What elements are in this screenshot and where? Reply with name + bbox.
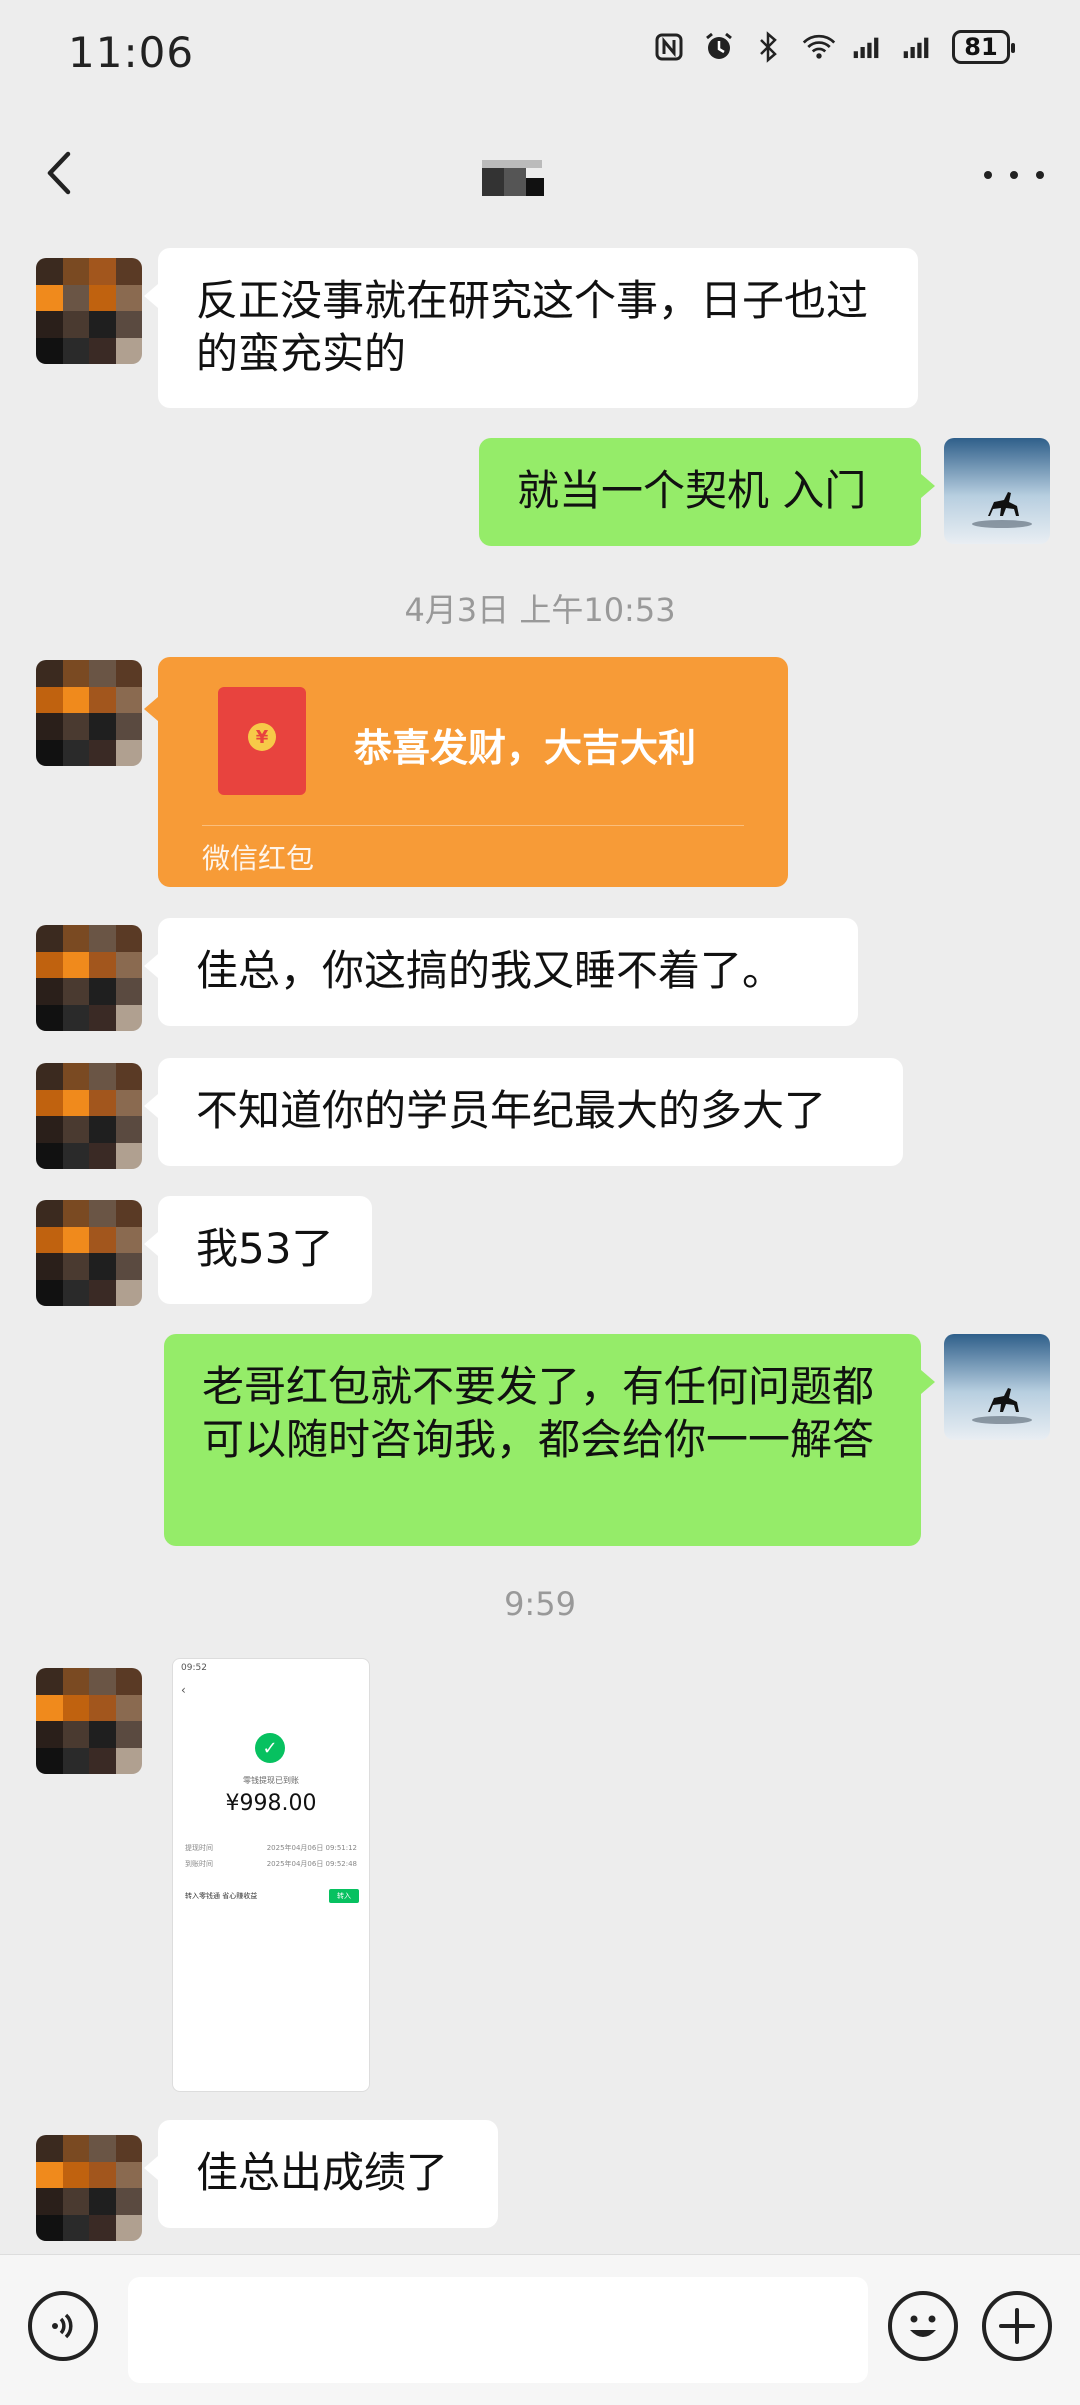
contact-avatar[interactable] [36, 1063, 142, 1169]
back-arrow-icon[interactable] [36, 148, 86, 198]
more-dots-icon[interactable] [984, 160, 1044, 190]
status-icons: 81 [652, 30, 1015, 64]
signal-icon-2 [902, 30, 936, 64]
voice-icon[interactable] [28, 2291, 98, 2361]
thumb-amount: ¥998.00 [225, 1791, 317, 1816]
red-packet-label: 微信红包 [202, 842, 315, 875]
thumb-row-label: 到账时间 [185, 1860, 213, 1868]
battery-indicator: 81 [952, 30, 1015, 64]
bluetooth-icon [752, 30, 786, 64]
self-avatar[interactable] [944, 1334, 1050, 1440]
self-avatar[interactable] [944, 438, 1050, 544]
contact-avatar[interactable] [36, 258, 142, 364]
timestamp: 4月3日 上午10:53 [404, 591, 676, 629]
red-packet-title: 恭喜发财，大吉大利 [354, 726, 697, 770]
thumb-row-value: 2025年04月06日 09:52:48 [266, 1860, 357, 1868]
alarm-icon [702, 30, 736, 64]
contact-avatar[interactable] [36, 2135, 142, 2241]
thumb-back-icon: ‹ [181, 1683, 186, 1697]
message-bubble-outgoing[interactable]: 老哥红包就不要发了，有任何问题都可以随时咨询我，都会给你一一解答 [164, 1334, 935, 1546]
contact-avatar[interactable] [36, 1668, 142, 1774]
thumb-row-label: 提现时间 [185, 1844, 213, 1852]
red-packet-icon: ¥ [218, 687, 306, 795]
message-bubble-outgoing[interactable]: 就当一个契机 入门 [479, 438, 935, 546]
thumb-success-label: 零钱提现已到账 [243, 1776, 299, 1785]
message-bubble-incoming[interactable]: 不知道你的学员年纪最大的多大了 [144, 1058, 903, 1166]
timestamp: 9:59 [504, 1585, 576, 1623]
red-packet-message[interactable]: ¥ 恭喜发财，大吉大利 微信红包 [144, 657, 788, 887]
chat-title-redacted [482, 160, 562, 200]
plus-icon[interactable] [982, 2291, 1052, 2361]
message-bubble-incoming[interactable]: 佳总，你这搞的我又睡不着了。 [144, 918, 858, 1026]
thumb-status-time: 09:52 [181, 1663, 207, 1673]
message-bubble-incoming[interactable]: 我53了 [144, 1196, 372, 1304]
status-time: 11:06 [68, 28, 195, 77]
signal-icon [852, 30, 886, 64]
message-bubble-incoming[interactable]: 反正没事就在研究这个事，日子也过的蛮充实的 [144, 248, 918, 408]
input-bar [0, 2254, 1080, 2405]
contact-avatar[interactable] [36, 660, 142, 766]
nfc-icon [652, 30, 686, 64]
wifi-icon [802, 30, 836, 64]
chat-header [0, 110, 1080, 240]
thumb-row: 提现时间 2025年04月06日 09:51:12 [185, 1843, 357, 1853]
image-message[interactable]: 09:52 ‹ ✓ 零钱提现已到账 ¥998.00 提现时间 2025年04月0… [172, 1658, 370, 2092]
success-check-icon: ✓ [255, 1733, 285, 1763]
message-input[interactable] [128, 2277, 868, 2383]
thumb-promo-button: 转入 [329, 1889, 359, 1903]
thumb-promo: 转入零钱通 省心赚收益 [185, 1892, 258, 1900]
thumb-row: 到账时间 2025年04月06日 09:52:48 [185, 1859, 357, 1869]
emoji-icon[interactable] [888, 2291, 958, 2361]
status-bar: 11:06 81 [0, 0, 1080, 110]
contact-avatar[interactable] [36, 925, 142, 1031]
contact-avatar[interactable] [36, 1200, 142, 1306]
yuan-coin-icon: ¥ [248, 723, 276, 751]
message-bubble-incoming[interactable]: 佳总出成绩了 [144, 2120, 498, 2228]
thumb-row-value: 2025年04月06日 09:51:12 [266, 1844, 357, 1852]
red-packet-divider [202, 825, 744, 826]
